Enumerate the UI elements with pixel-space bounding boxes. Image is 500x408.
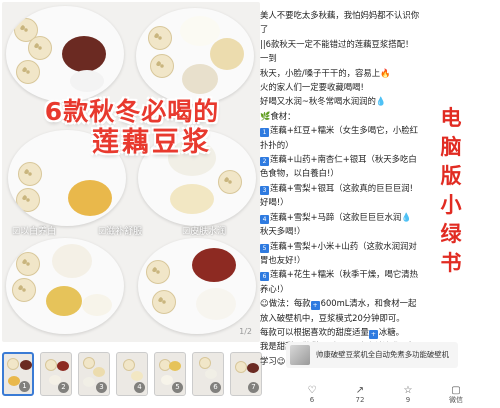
- face-icon: ☺: [260, 298, 269, 309]
- like-count: 6: [309, 395, 315, 404]
- share-count: 72: [355, 395, 365, 404]
- droplet-icon: 💧: [401, 211, 412, 222]
- thumbnail-number: 3: [96, 382, 107, 393]
- thumbnail-4[interactable]: 4: [116, 352, 148, 396]
- number-3-icon: 3: [260, 185, 269, 195]
- like-icon: ♡: [307, 384, 317, 396]
- product-ad-text: 帅康破壁豆浆机全自动免煮多功能破壁机: [316, 350, 450, 359]
- like-button[interactable]: ♡ 6: [298, 385, 326, 404]
- post-line-3: 秋天，小脸/嗓子干干的，容易上🔥: [260, 67, 391, 78]
- droplet-icon: 💧: [375, 96, 387, 107]
- post-line-2: ||6款秋天一定不能错过的莲藕豆浆搭配！一到: [260, 38, 414, 64]
- product-ad-card[interactable]: 帅康破壁豆浆机全自动免煮多功能破壁机: [286, 342, 458, 368]
- cover-image[interactable]: 6款秋冬必喝的 莲藕豆浆 ☑以白养白 ☑滋补舒服 ☑皮肤水润 1/2: [2, 2, 260, 342]
- number-2-icon: 2: [260, 157, 269, 167]
- tag-3: ☑皮肤水润: [182, 227, 227, 237]
- number-5-icon: 5: [260, 243, 269, 253]
- cover-title-line1: 6款秋冬必喝的: [44, 97, 220, 126]
- thumbnail-6[interactable]: 6: [192, 352, 224, 396]
- action-bar: ♡ 6 ↗ 72 ☆ 9 ▢ 微信: [298, 384, 470, 404]
- post-line-5: 好喝又水润~秋冬常喝水润润的💧: [260, 96, 387, 107]
- thumbnail-2[interactable]: 2: [40, 352, 72, 396]
- recipe-2: 2 莲藕+山药+南杏仁+银耳（秋天多吃白色食物，以白養白!）: [260, 154, 417, 179]
- post-body: 美人不要吃太多秋藕，我怕妈妈都不认识你了 ||6款秋天一定不能错过的莲藕豆浆搭配…: [260, 8, 420, 368]
- wechat-label: 微信: [449, 395, 463, 404]
- tag-1: ☑以白养白: [12, 227, 57, 237]
- tag-2: ☑滋补舒服: [98, 227, 143, 237]
- plate-bottom-left: [6, 238, 124, 334]
- plus-icon: +: [368, 329, 378, 339]
- thumbnail-7[interactable]: 7: [230, 352, 262, 396]
- share-button[interactable]: ↗ 72: [346, 385, 374, 404]
- recipe-4: 4 莲藕+雪梨+马蹄（这款巨巨巨水润💧秋天多喝!）: [260, 211, 412, 237]
- watermark-vertical-text: 电 脑 版 小 绿 书: [440, 106, 462, 275]
- post-sweetness: 每款可以根据喜欢的甜度适量 + 冰糖。: [260, 326, 404, 339]
- leaf-icon: 🌿: [260, 110, 271, 121]
- recipe-6: 6 莲藕+花生+糯米（秋季干燥，喝它清热养心!）: [260, 269, 419, 294]
- plate-top-left: [6, 6, 124, 102]
- thumbnail-number: 1: [19, 381, 30, 392]
- number-1-icon: 1: [260, 128, 269, 138]
- post-intro: 美人不要吃太多秋藕，我怕妈妈都不认识你了: [260, 10, 420, 35]
- cover-title-line2: 莲藕豆浆: [92, 126, 212, 158]
- plate-top-right: [136, 8, 254, 104]
- cover-title: 6款秋冬必喝的 莲藕豆浆: [20, 97, 244, 158]
- collect-icon: ☆: [403, 384, 413, 396]
- recipe-1: 1 莲藕+红豆+糯米（女生多喝它，小脸红扑扑的）: [260, 125, 419, 150]
- collect-count: 9: [405, 395, 411, 404]
- thumbnail-number: 4: [134, 382, 145, 393]
- recipe-3: 3 莲藕+雪梨+银耳（这款真的巨巨巨润!好喝!）: [260, 182, 414, 208]
- thumbnail-5[interactable]: 5: [154, 352, 186, 396]
- collect-button[interactable]: ☆ 9: [394, 385, 422, 404]
- plus-icon: +: [310, 301, 320, 311]
- thumbnail-number: 7: [248, 382, 259, 393]
- post-ingredients-heading: 🌿食材：: [260, 110, 296, 121]
- thumbnail-number: 6: [210, 382, 221, 393]
- page-indicator: 1/2: [239, 327, 252, 336]
- number-6-icon: 6: [260, 272, 269, 282]
- product-thumbnail: [290, 345, 310, 365]
- share-icon: ↗: [355, 384, 365, 396]
- comment-icon: ▢: [451, 384, 461, 396]
- thumbnail-3[interactable]: 3: [78, 352, 110, 396]
- recipe-5: 5 莲藕+雪梨+小米+山药（这款水润润对胃也友好!）: [260, 240, 417, 265]
- wink-icon: 😉: [276, 355, 286, 366]
- plate-bottom-right: [138, 238, 256, 334]
- thumbnail-number: 2: [58, 382, 69, 393]
- post-method: ☺做法：每款 +600mL清水，和食材一起放入破壁机中，豆浆模式20分钟即可。: [260, 298, 417, 323]
- image-viewer: 6款秋冬必喝的 莲藕豆浆 ☑以白养白 ☑滋补舒服 ☑皮肤水润 1/2 1 2 3: [0, 0, 262, 408]
- thumbnail-1[interactable]: 1: [2, 352, 34, 396]
- post-line-4: 火的家人们一定要收藏喝喝!: [260, 82, 364, 93]
- wechat-button[interactable]: ▢ 微信: [442, 385, 470, 404]
- thumbnail-strip: 1 2 3 4 5 6 7: [2, 352, 262, 398]
- fire-icon: 🔥: [380, 67, 391, 78]
- number-4-icon: 4: [260, 214, 269, 224]
- thumbnail-number: 5: [172, 382, 183, 393]
